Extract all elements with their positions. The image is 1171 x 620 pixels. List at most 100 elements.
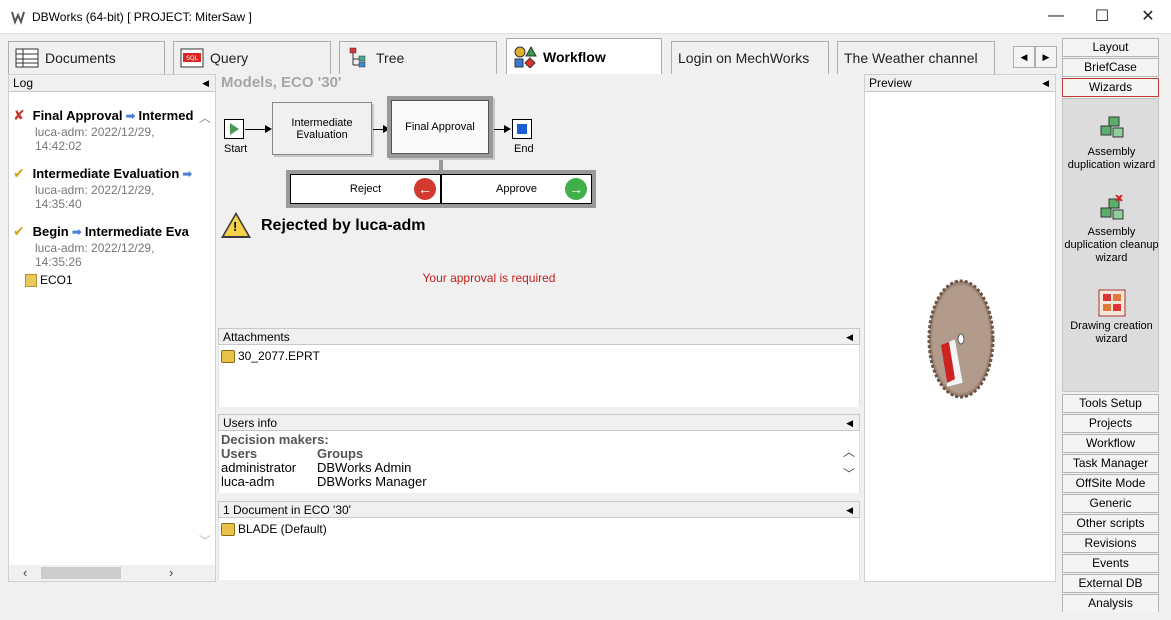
dbworks-logo-icon [10, 9, 26, 25]
log-header: Log ◀ [9, 75, 215, 92]
tab-login-mechworks[interactable]: Login on MechWorks [671, 41, 829, 74]
query-icon: SQL [180, 47, 204, 69]
preview-header-label: Preview [869, 76, 912, 90]
warning-icon: ! [221, 212, 251, 238]
tab-label: Query [210, 50, 249, 66]
eco-documents-header[interactable]: 1 Document in ECO '30' ◀ [218, 501, 860, 518]
main-tab-bar: Documents SQL Query Tree Workflow Login … [0, 34, 1060, 74]
start-label: Start [224, 143, 248, 155]
decision-makers-label: Decision makers: [221, 432, 329, 447]
part-file-icon [221, 522, 235, 536]
log-entry[interactable]: ✔ Intermediate Evaluation ➡ luca-adm: 202… [13, 165, 203, 211]
group-cell: DBWorks Manager [317, 474, 427, 489]
tab-query[interactable]: SQL Query [173, 41, 331, 74]
status-text: Rejected by luca-adm [261, 217, 426, 234]
saw-blade-preview-image [927, 279, 995, 399]
users-info-section: Users info ◀ Decision makers: Users Grou… [218, 414, 860, 493]
users-info-header[interactable]: Users info ◀ [218, 414, 860, 431]
approve-button[interactable]: Approve → [441, 174, 592, 204]
collapse-icon[interactable]: ◀ [202, 75, 209, 91]
assembly-duplication-cleanup-wizard[interactable]: Assembly duplication cleanup wizard [1063, 194, 1160, 265]
users-scrollbar[interactable]: ︿ ﹀ [843, 441, 855, 485]
play-icon [230, 123, 239, 135]
arrowhead-icon [504, 125, 511, 133]
document-name: BLADE (Default) [238, 522, 327, 536]
wizard-label: Assembly duplication cleanup wizard [1064, 226, 1159, 264]
scroll-thumb[interactable] [41, 567, 121, 579]
tab-documents[interactable]: Documents [8, 41, 165, 74]
workflow-end-node[interactable] [512, 119, 532, 139]
approve-label: Approve [496, 183, 537, 195]
tab-workflow[interactable]: Workflow [506, 38, 662, 74]
right-arrow-icon: ➡ [71, 225, 82, 239]
eco-documents-section: 1 Document in ECO '30' ◀ BLADE (Default) [218, 501, 860, 580]
assembly-cleanup-icon [1097, 194, 1127, 223]
title-bar: DBWorks (64-bit) [ PROJECT: MiterSaw ] —… [0, 0, 1171, 34]
log-entry[interactable]: ✔ Begin ➡ Intermediate Eva luca-adm: 2022/… [13, 223, 203, 269]
tab-label: Login on MechWorks [678, 50, 810, 66]
checkmark-icon: ✔ [13, 223, 25, 239]
users-column-header: Users [221, 446, 258, 461]
tabs-scroll-right-button[interactable]: ▶ [1035, 46, 1057, 68]
tools-setup-button[interactable]: Tools Setup [1062, 394, 1159, 413]
log-vertical-scrollbar[interactable]: ︿ ﹀ [199, 109, 213, 549]
collapse-icon[interactable]: ◀ [846, 329, 853, 345]
log-meta-time: 14:35:40 [35, 197, 82, 211]
workflow-start-node[interactable] [224, 119, 244, 139]
node-label: Final Approval [405, 121, 475, 133]
analysis-button[interactable]: Analysis [1062, 594, 1159, 613]
tab-label: Documents [45, 50, 116, 66]
tab-weather-channel[interactable]: The Weather channel [837, 41, 995, 74]
collapse-icon[interactable]: ◀ [846, 502, 853, 518]
generic-button[interactable]: Generic [1062, 494, 1159, 513]
offsite-mode-button[interactable]: OffSite Mode [1062, 474, 1159, 493]
drawing-creation-wizard[interactable]: Drawing creation wizard [1063, 289, 1160, 346]
checkmark-icon: ✔ [13, 165, 25, 181]
chevron-left-icon[interactable]: ‹ [23, 565, 27, 580]
workflow-node-final-approval[interactable]: Final Approval [387, 96, 493, 158]
briefcase-button[interactable]: BriefCase [1062, 58, 1159, 77]
wizard-label: Drawing creation wizard [1070, 320, 1153, 345]
drawing-sheet-icon [1097, 289, 1127, 317]
log-meta-time: 14:42:02 [35, 139, 82, 153]
workflow-node-intermediate-evaluation[interactable]: Intermediate Evaluation [272, 102, 372, 155]
eco-documents-list: BLADE (Default) [218, 518, 860, 580]
reject-button[interactable]: Reject ← [290, 174, 441, 204]
tabs-scroll-left-button[interactable]: ◀ [1013, 46, 1035, 68]
decision-bar: Reject ← Approve → [286, 170, 596, 208]
log-folder-item[interactable]: ECO1 [25, 273, 73, 287]
maximize-button[interactable]: ☐ [1079, 0, 1125, 32]
chevron-up-icon[interactable]: ︿ [843, 441, 855, 463]
user-cell: administrator [221, 460, 297, 475]
log-entry[interactable]: ✘ Final Approval ➡ Intermed luca-adm: 2022… [13, 107, 203, 153]
chevron-right-icon[interactable]: › [169, 565, 173, 580]
eco-documents-header-label: 1 Document in ECO '30' [223, 503, 351, 517]
workflow-connector [373, 129, 383, 130]
workflow-button[interactable]: Workflow [1062, 434, 1159, 453]
assembly-duplication-wizard[interactable]: Assembly duplication wizard [1063, 115, 1160, 172]
external-db-button[interactable]: External DB [1062, 574, 1159, 593]
log-horizontal-scrollbar[interactable]: ‹ › [9, 565, 215, 581]
attachment-item[interactable]: 30_2077.EPRT [221, 349, 320, 363]
tab-tree[interactable]: Tree [339, 41, 497, 74]
attachments-section: Attachments ◀ 30_2077.EPRT [218, 328, 860, 407]
minimize-button[interactable]: — [1033, 0, 1079, 32]
close-button[interactable]: ✕ [1125, 0, 1171, 32]
chevron-down-icon[interactable]: ﹀ [199, 532, 211, 549]
document-item[interactable]: BLADE (Default) [221, 522, 327, 536]
window-title: DBWorks (64-bit) [ PROJECT: MiterSaw ] [32, 10, 252, 24]
revisions-button[interactable]: Revisions [1062, 534, 1159, 553]
other-scripts-button[interactable]: Other scripts [1062, 514, 1159, 533]
collapse-icon[interactable]: ◀ [846, 415, 853, 431]
task-manager-button[interactable]: Task Manager [1062, 454, 1159, 473]
collapse-icon[interactable]: ◀ [1042, 75, 1049, 91]
chevron-up-icon[interactable]: ︿ [199, 109, 211, 126]
attachments-header[interactable]: Attachments ◀ [218, 328, 860, 345]
wizards-button[interactable]: Wizards [1062, 78, 1159, 97]
events-button[interactable]: Events [1062, 554, 1159, 573]
wizard-label: Assembly duplication wizard [1067, 146, 1156, 171]
projects-button[interactable]: Projects [1062, 414, 1159, 433]
layout-button[interactable]: Layout [1062, 38, 1159, 57]
chevron-down-icon[interactable]: ﹀ [843, 463, 855, 485]
attachments-header-label: Attachments [223, 330, 290, 344]
